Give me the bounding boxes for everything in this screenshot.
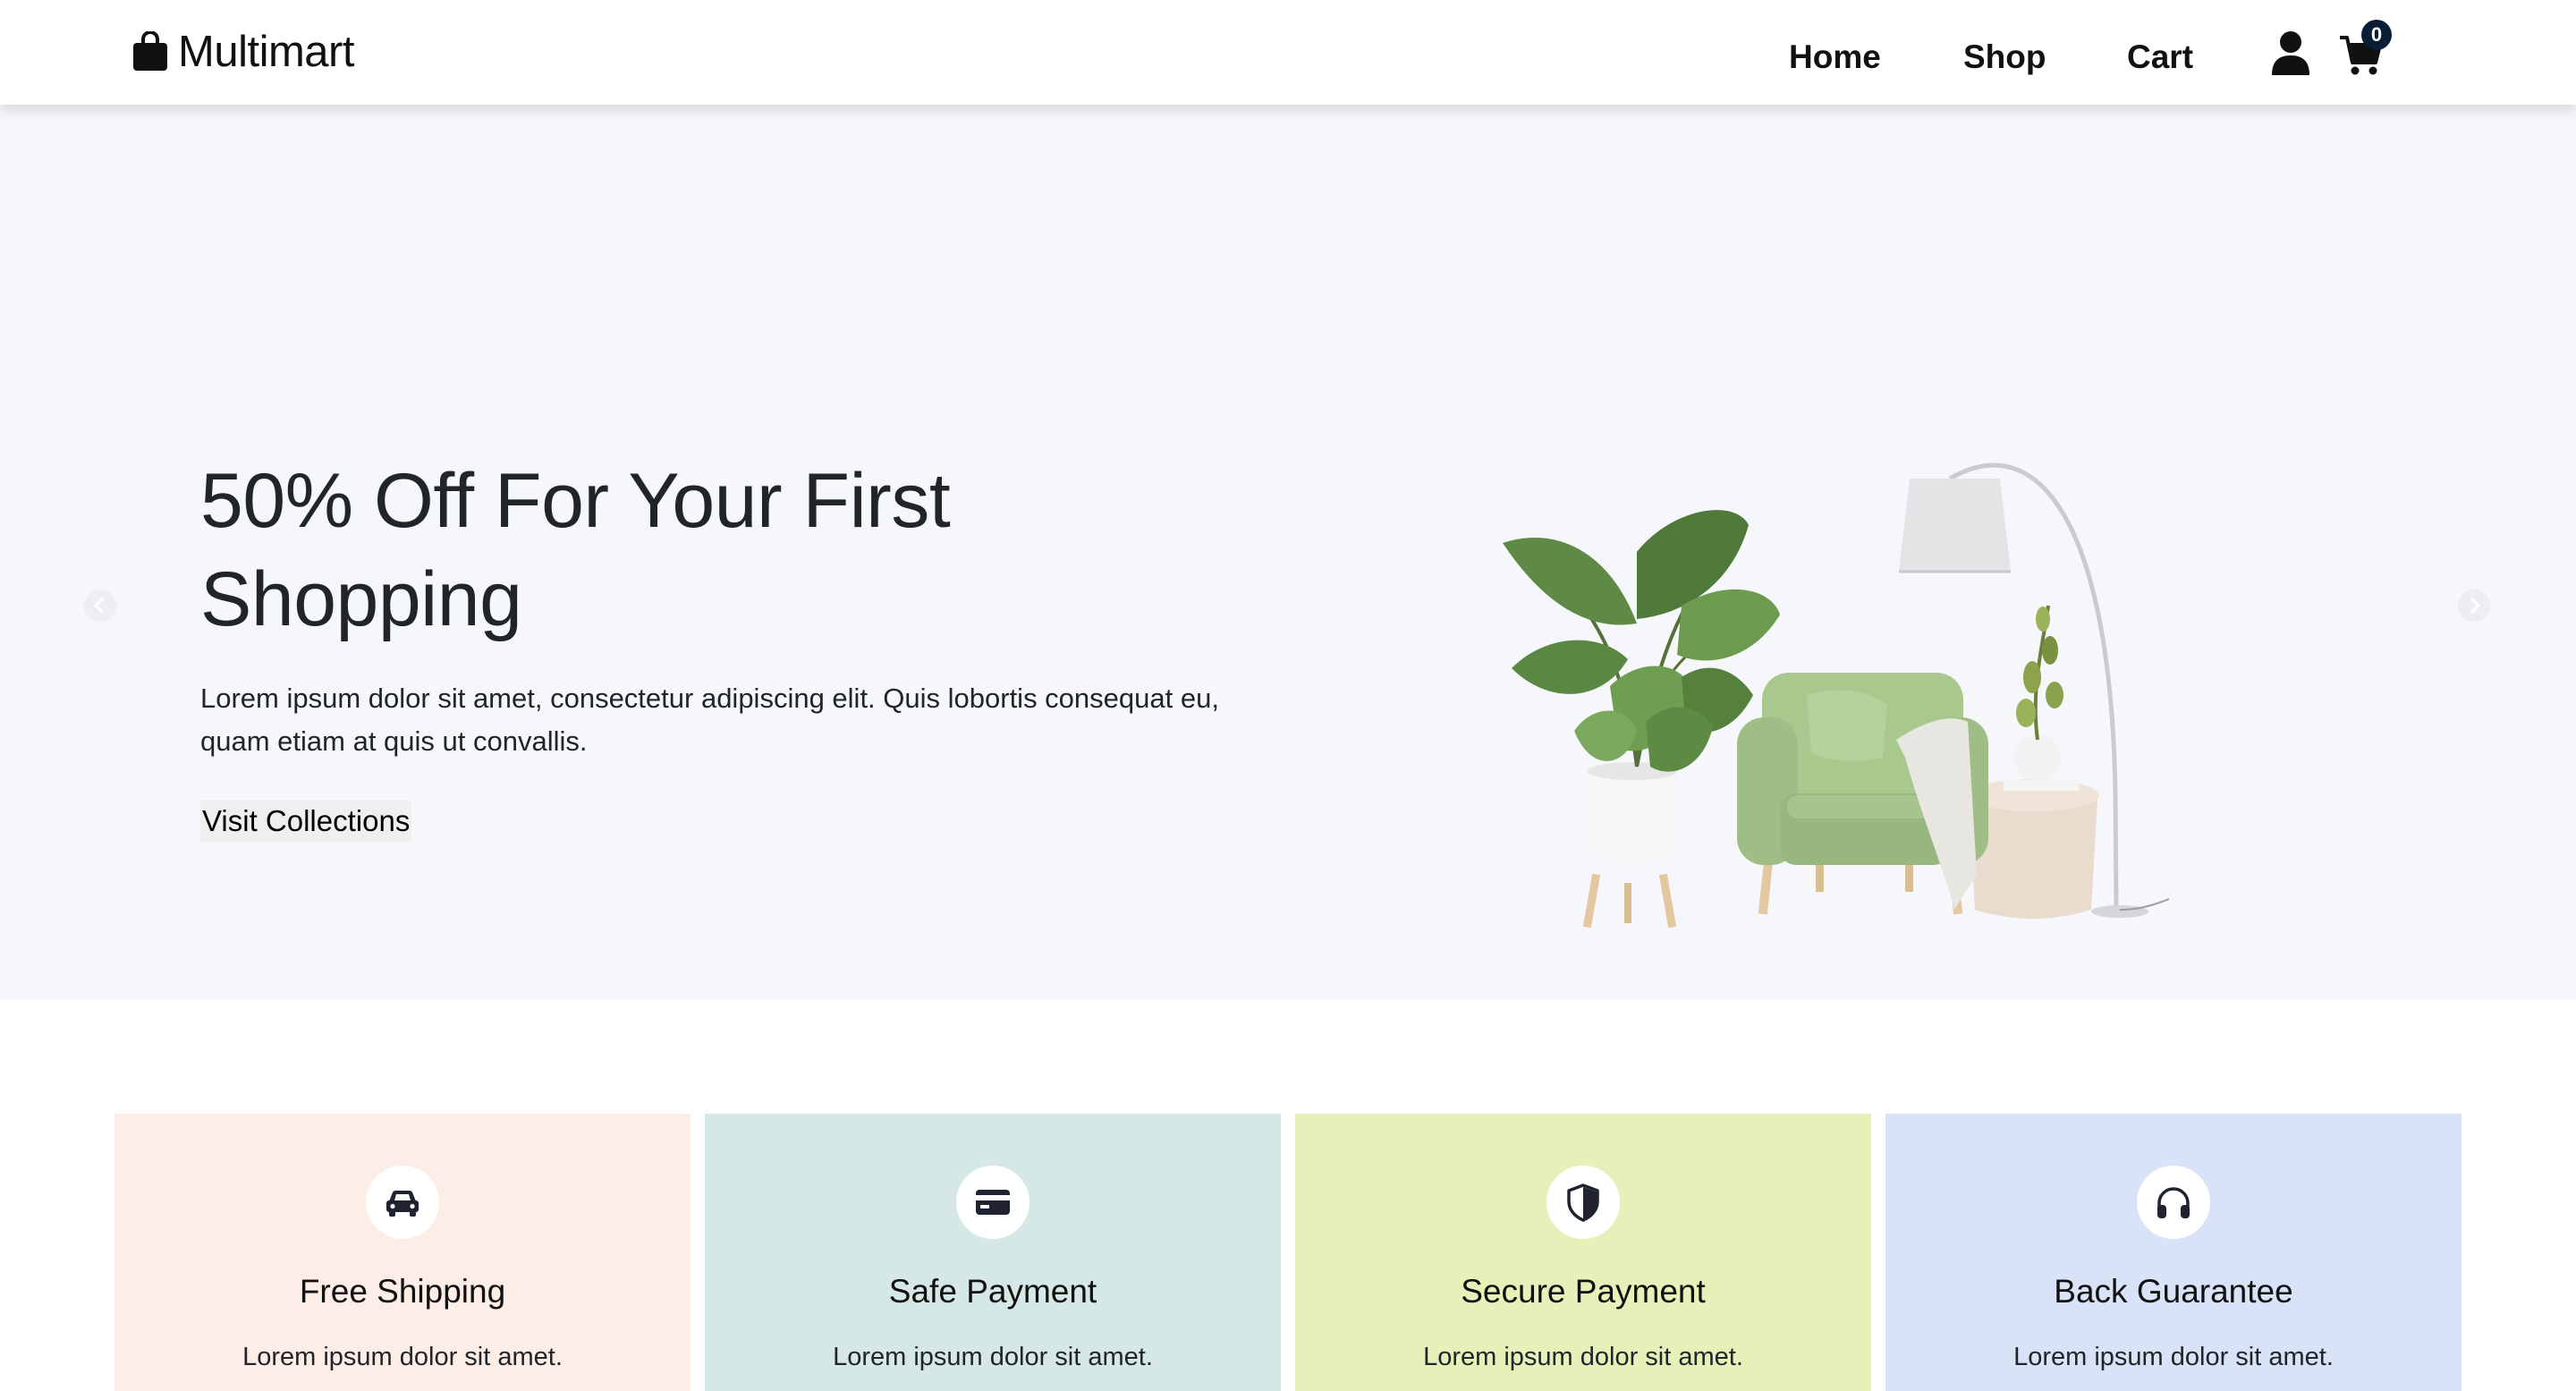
navbar: Multimart Home Shop Cart 0 — [0, 0, 2576, 105]
service-title: Secure Payment — [1461, 1273, 1706, 1310]
user-icon[interactable] — [2270, 30, 2311, 77]
nav-home[interactable]: Home — [1789, 32, 1881, 82]
service-card-back-guarantee[interactable]: Back Guarantee Lorem ipsum dolor sit ame… — [1885, 1114, 2462, 1391]
cart-count-badge: 0 — [2361, 20, 2392, 50]
service-icon-circle — [366, 1166, 439, 1239]
nav-cart[interactable]: Cart — [2127, 32, 2193, 82]
nav-shop[interactable]: Shop — [1963, 32, 2046, 82]
service-title: Back Guarantee — [2054, 1273, 2293, 1310]
carousel-prev-icon[interactable] — [82, 588, 118, 623]
hero-furniture-image — [1503, 462, 2170, 929]
visit-collections-button[interactable]: Visit Collections — [200, 801, 412, 842]
brand-name: Multimart — [178, 28, 354, 76]
headphones-icon — [2157, 1187, 2190, 1218]
services-section: Free Shipping Lorem ipsum dolor sit amet… — [114, 1114, 2463, 1391]
service-card-free-shipping[interactable]: Free Shipping Lorem ipsum dolor sit amet… — [114, 1114, 691, 1391]
service-icon-circle — [2137, 1166, 2210, 1239]
car-icon — [386, 1191, 419, 1217]
service-description: Lorem ipsum dolor sit amet. — [1423, 1343, 1743, 1371]
service-icon-circle — [1546, 1166, 1620, 1239]
service-description: Lorem ipsum dolor sit amet. — [2013, 1343, 2334, 1371]
hero-section: 50% Off For Your First Shopping Lorem ip… — [0, 105, 2576, 999]
service-description: Lorem ipsum dolor sit amet. — [833, 1343, 1153, 1371]
service-description: Lorem ipsum dolor sit amet. — [242, 1343, 563, 1371]
hero-description: Lorem ipsum dolor sit amet, consectetur … — [200, 683, 1219, 757]
service-title: Safe Payment — [888, 1273, 1097, 1310]
carousel-next-icon[interactable] — [2456, 588, 2492, 623]
hero-title: 50% Off For Your First Shopping — [200, 458, 951, 642]
service-title: Free Shipping — [299, 1273, 506, 1310]
service-card-secure-payment[interactable]: Secure Payment Lorem ipsum dolor sit ame… — [1295, 1114, 1871, 1391]
brand-logo[interactable]: Multimart — [131, 25, 354, 79]
service-card-safe-payment[interactable]: Safe Payment Lorem ipsum dolor sit amet. — [705, 1114, 1281, 1391]
service-icon-circle — [956, 1166, 1030, 1239]
shield-icon — [1567, 1183, 1599, 1222]
credit-card-icon — [976, 1190, 1010, 1215]
shopping-bag-icon — [133, 31, 167, 71]
